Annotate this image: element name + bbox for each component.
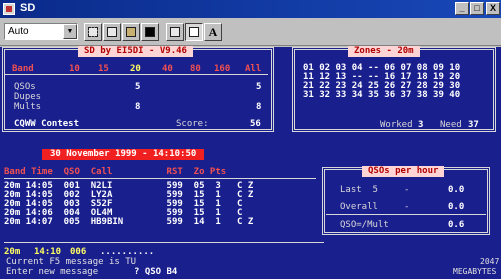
background-button[interactable] <box>185 23 203 41</box>
background-icon <box>189 27 199 37</box>
close-button[interactable]: X <box>486 2 500 15</box>
need-value: 37 <box>468 120 479 130</box>
title-bar: SD _ □ X <box>0 0 501 18</box>
band-divider <box>4 74 268 75</box>
mults-label: Mults <box>14 102 42 112</box>
worked-label: Worked <box>380 120 413 130</box>
date-time-banner: 30 November 1999 - 14:10:50 <box>42 149 205 160</box>
band-20: 20 <box>130 64 141 74</box>
properties-icon <box>170 27 180 37</box>
font-size-value: Auto <box>8 26 29 37</box>
mark-button[interactable] <box>84 23 102 41</box>
band-all: All <box>245 64 262 74</box>
mults-all: 8 <box>256 102 262 112</box>
band-80: 80 <box>190 64 201 74</box>
entry-band: 20m <box>4 247 21 257</box>
window-title: SD <box>20 2 36 14</box>
band-40: 40 <box>162 64 173 74</box>
status-current-message: Current F5 message is TU <box>6 257 137 267</box>
band-15: 15 <box>98 64 109 74</box>
memory-value: 2047 <box>480 257 500 266</box>
qsos-label: QSOs <box>14 82 36 92</box>
fullscreen-icon <box>145 27 155 37</box>
rate-overall-label: Overall <box>340 202 378 212</box>
rate-last5-label: Last 5 <box>340 185 378 195</box>
copy-icon <box>107 27 117 37</box>
entry-time: 14:10 <box>34 247 62 257</box>
paste-button[interactable] <box>122 23 140 41</box>
toolbar: Auto ▼ A <box>0 18 501 46</box>
mults-20m: 8 <box>135 102 141 112</box>
rate-overall-value: 0.0 <box>448 202 465 212</box>
status-qso-b4: ? QSO B4 <box>134 267 178 277</box>
callsign-input[interactable]: .......... <box>100 247 154 257</box>
font-button[interactable]: A <box>204 23 222 41</box>
rate-qso-mult-value: 0.6 <box>448 220 465 230</box>
entry-qso-number: 006 <box>70 247 87 257</box>
band-160: 160 <box>214 64 231 74</box>
score-label: Score: <box>176 119 209 129</box>
copy-button[interactable] <box>103 23 121 41</box>
band-label: Band <box>12 64 34 74</box>
rate-header: QSOs per hour <box>362 166 445 177</box>
chevron-down-icon[interactable]: ▼ <box>63 24 77 39</box>
memory-unit: MEGABYTES <box>453 267 497 276</box>
maximize-button[interactable]: □ <box>470 2 484 15</box>
contest-name: CQWW Contest <box>14 119 80 129</box>
rate-qso-mult-label: QSO=/Mult <box>340 220 389 230</box>
properties-button[interactable] <box>166 23 184 41</box>
minimize-button[interactable]: _ <box>455 2 469 15</box>
log-header-divider <box>4 178 316 179</box>
score-value: 56 <box>250 119 261 129</box>
rate-divider <box>326 214 486 215</box>
fullscreen-button[interactable] <box>141 23 159 41</box>
qsos-all: 5 <box>256 82 262 92</box>
rate-dash: - <box>404 202 410 212</box>
entry-divider <box>4 242 324 243</box>
need-label: Need <box>440 120 462 130</box>
rate-dash: - <box>404 185 410 195</box>
worked-value: 3 <box>418 120 424 130</box>
band-10: 10 <box>69 64 80 74</box>
app-icon[interactable] <box>3 3 15 15</box>
font-a-label: A <box>208 25 218 39</box>
rate-last5-value: 0.0 <box>448 185 465 195</box>
log-headers: Band Time QSO Call RST Zo Pts <box>4 167 227 177</box>
status-enter-message: Enter new message <box>6 267 99 277</box>
zones-row-4: 31 32 33 34 35 36 37 38 39 40 <box>303 90 461 100</box>
program-header: SD by EI5DI - V9.46 <box>78 46 193 57</box>
zones-header: Zones - 20m <box>348 46 420 57</box>
paste-icon <box>126 27 136 37</box>
mark-icon <box>88 27 98 37</box>
font-size-select[interactable]: Auto ▼ <box>4 23 78 40</box>
console-screen: SD by EI5DI - V9.46 Band 10 15 20 40 80 … <box>0 46 501 279</box>
dupes-label: Dupes <box>14 92 42 102</box>
qsos-20m: 5 <box>135 82 141 92</box>
log-row[interactable]: 20m 14:07 005 HB9BIN 599 14 1 C Z <box>4 217 253 227</box>
